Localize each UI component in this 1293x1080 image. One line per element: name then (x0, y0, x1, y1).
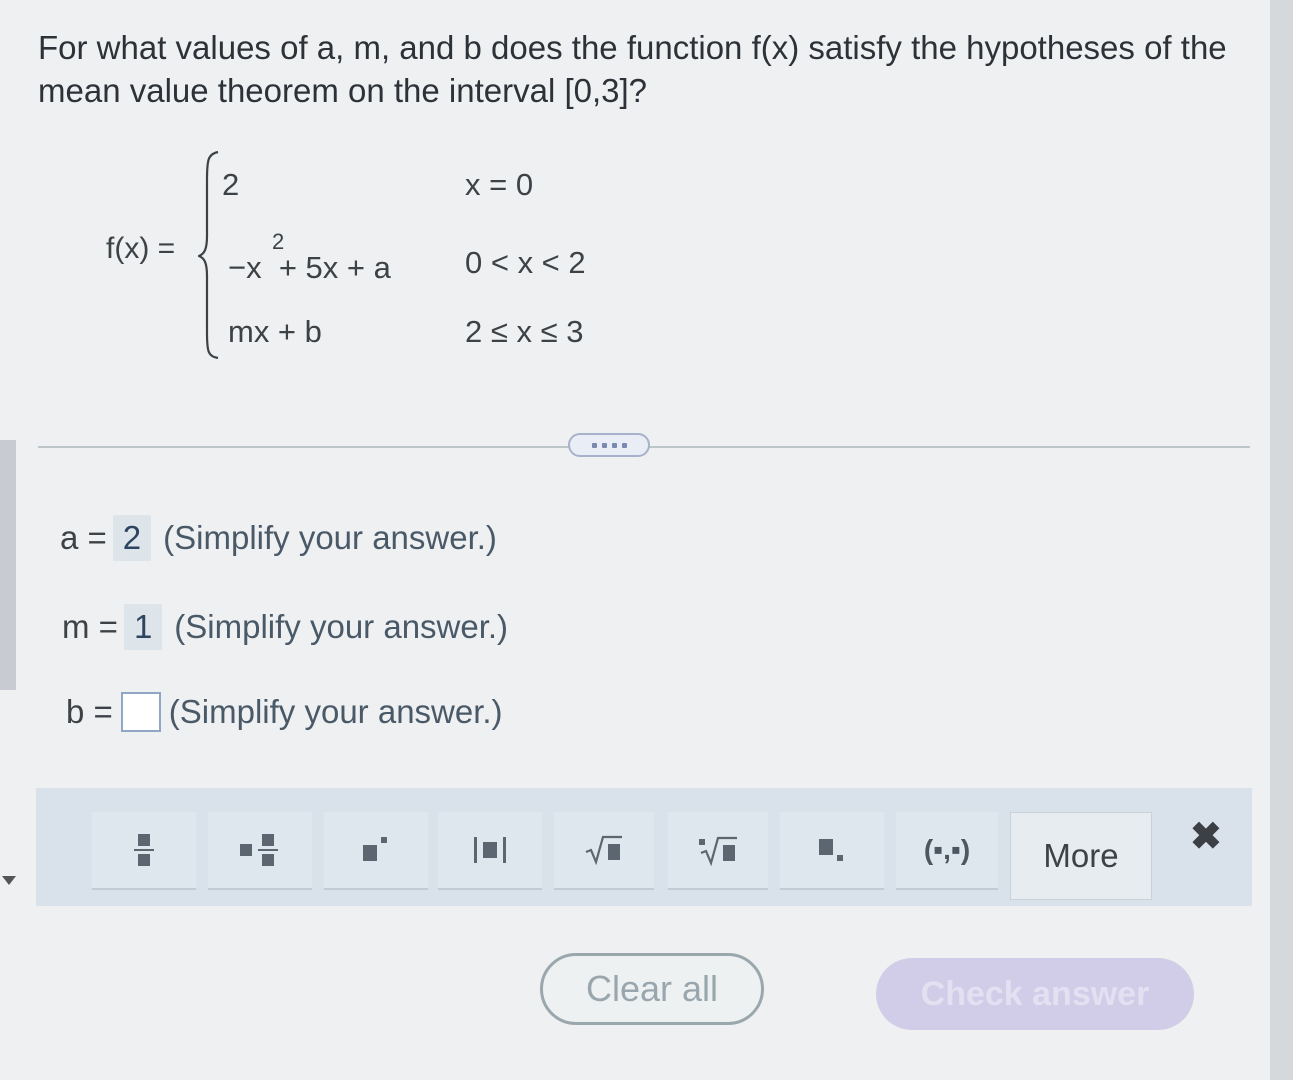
mixed-number-icon (240, 834, 278, 866)
piece-2-expression: −x + 5x + a (228, 250, 391, 285)
exponent-button[interactable] (324, 812, 428, 890)
square-root-icon (585, 835, 622, 866)
piece-1-expression: 2 (222, 167, 240, 202)
piece-1-condition: x = 0 (465, 167, 534, 202)
left-edge-accent (0, 440, 16, 690)
function-label: f(x) = (106, 232, 176, 265)
question-text: For what values of a, m, and b does the … (38, 29, 1227, 109)
left-brace-icon (198, 150, 219, 360)
ordered-pair-icon: (▪,▪) (923, 834, 971, 865)
piece-3-condition: 2 ≤ x ≤ 3 (465, 314, 584, 349)
answer-a-value[interactable]: 2 (112, 515, 152, 561)
absolute-value-button[interactable] (438, 812, 542, 890)
absolute-value-icon (474, 837, 506, 863)
ordered-pair-button[interactable]: (▪,▪) (896, 812, 998, 890)
more-button[interactable]: More (1010, 812, 1152, 900)
answer-b-input[interactable] (120, 692, 161, 732)
square-root-button[interactable] (554, 812, 654, 890)
nth-root-button[interactable] (668, 812, 768, 890)
fraction-icon (134, 834, 154, 866)
answer-hint: (Simplify your answer.) (174, 608, 509, 645)
piece-2-condition: 0 < x < 2 (465, 245, 586, 280)
clear-all-button[interactable]: Clear all (540, 953, 764, 1025)
nth-root-icon (699, 836, 737, 867)
subscript-button[interactable] (780, 812, 884, 890)
mixed-number-button[interactable] (208, 812, 312, 890)
answer-row-b: b = (Simplify your answer.) (66, 692, 503, 732)
check-answer-button[interactable]: Check answer (876, 958, 1194, 1030)
subscript-icon (819, 839, 843, 861)
piece-2-exponent: 2 (272, 229, 285, 254)
answer-hint: (Simplify your answer.) (168, 693, 503, 730)
variable-label: b = (66, 693, 113, 730)
scrollbar[interactable] (1270, 0, 1293, 1080)
answer-hint: (Simplify your answer.) (163, 519, 497, 556)
close-icon[interactable]: ✖ (1190, 814, 1222, 859)
fraction-button[interactable] (92, 812, 196, 890)
collapse-arrow-icon[interactable] (2, 876, 16, 885)
answer-m-value[interactable]: 1 (123, 604, 163, 650)
answer-row-a: a = 2 (Simplify your answer.) (60, 515, 497, 561)
exponent-icon (363, 837, 387, 861)
piece-3-expression: mx + b (228, 314, 322, 349)
expand-ellipsis-button[interactable] (568, 433, 650, 457)
answer-row-m: m = 1 (Simplify your answer.) (62, 604, 508, 650)
variable-label: m = (62, 608, 118, 645)
variable-label: a = (60, 519, 107, 556)
